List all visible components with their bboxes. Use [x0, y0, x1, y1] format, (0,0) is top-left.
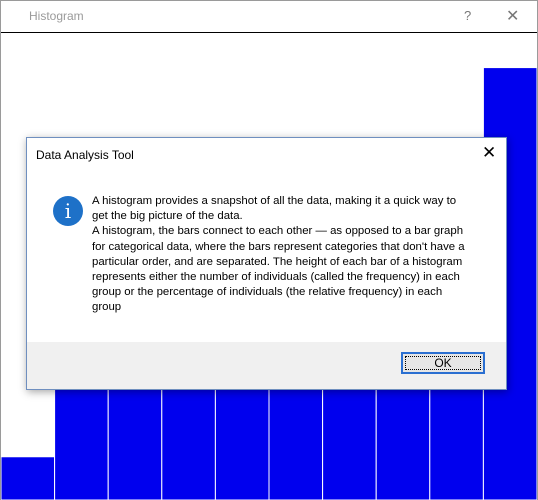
window-close-button[interactable]: ✕ [506, 6, 519, 26]
data-analysis-dialog: Data Analysis Tool ✕ i A histogram provi… [26, 137, 507, 390]
info-icon-glyph: i [64, 199, 72, 223]
dialog-footer: OK [27, 342, 506, 389]
ok-button-focus-ring [405, 356, 481, 370]
help-button[interactable]: ? [464, 8, 471, 23]
dialog-title: Data Analysis Tool [36, 148, 134, 162]
dialog-message: A histogram provides a snapshot of all t… [92, 195, 465, 314]
window-titlebar[interactable]: Histogram ? ✕ [1, 1, 537, 32]
info-icon: i [53, 196, 83, 226]
ok-button[interactable]: OK [401, 352, 485, 374]
window-title: Histogram [29, 9, 84, 23]
histogram-bar [1, 456, 56, 500]
dialog-close-button[interactable]: ✕ [482, 143, 496, 163]
